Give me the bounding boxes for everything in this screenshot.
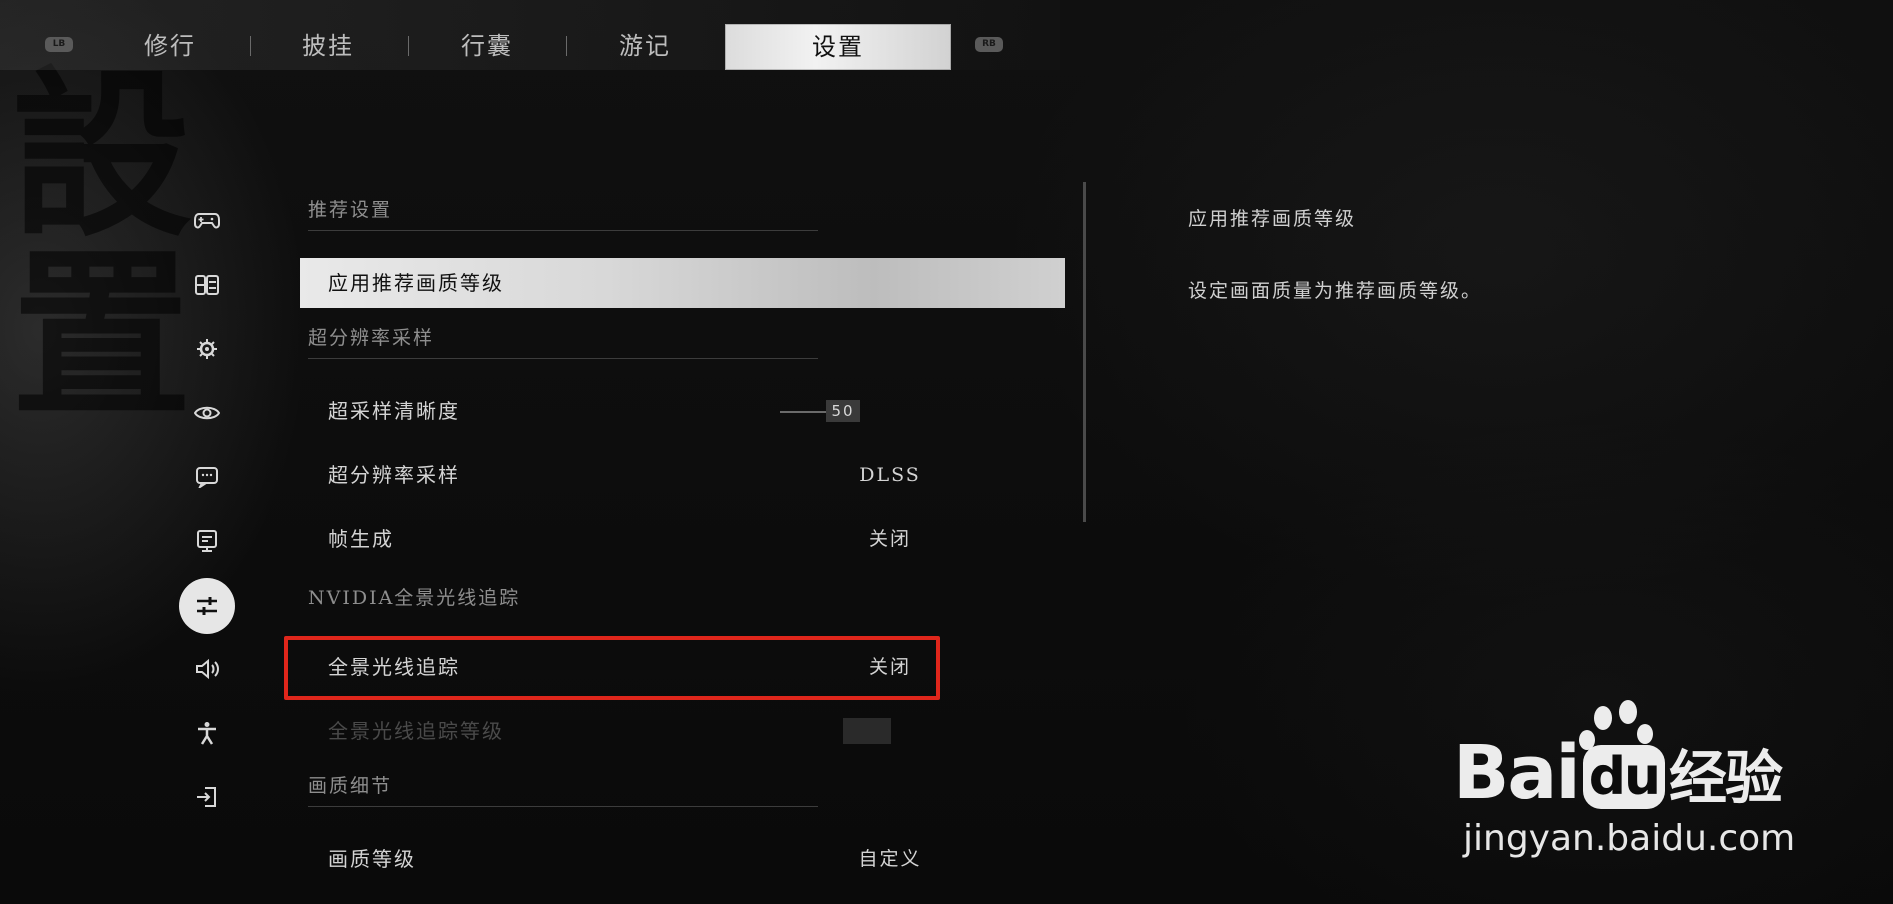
top-nav: LB 修行 披挂 行囊 游记 设置 RB	[0, 0, 1893, 92]
setting-label: 画质等级	[328, 847, 416, 871]
setting-row-super-resolution[interactable]: 超分辨率采样 DLSS	[300, 450, 1065, 500]
setting-row-quality-level[interactable]: 画质等级 自定义	[300, 834, 1065, 884]
setting-label: 应用推荐画质等级	[328, 271, 504, 295]
gamepad-icon[interactable]	[184, 198, 230, 244]
section-quality-details: 画质细节	[308, 766, 818, 807]
background-calligraphy: 設置	[0, 60, 191, 420]
chat-screen-icon[interactable]	[184, 454, 230, 500]
brand-cn: 经验	[1668, 744, 1783, 812]
setting-label: 帧生成	[328, 527, 394, 551]
scrollbar[interactable]	[1083, 182, 1086, 522]
tab-separator	[566, 36, 567, 56]
section-super-resolution: 超分辨率采样	[308, 318, 818, 359]
speaker-icon[interactable]	[184, 646, 230, 692]
description-title: 应用推荐画质等级	[1188, 208, 1357, 230]
section-title: NVIDIA全景光线追踪	[308, 587, 521, 609]
setting-row-apply-recommended[interactable]: 应用推荐画质等级	[300, 258, 1065, 308]
setting-value[interactable]: 关闭	[820, 514, 960, 564]
tab-equipment[interactable]: 披挂	[278, 24, 378, 68]
eye-icon[interactable]	[184, 390, 230, 436]
setting-label: 全景光线追踪等级	[328, 719, 504, 743]
section-recommended: 推荐设置	[308, 190, 818, 231]
gear-icon[interactable]	[184, 326, 230, 372]
disabled-value-box	[843, 718, 891, 744]
baidu-watermark: Bai du 经验 jingyan.baidu.com	[1453, 700, 1796, 870]
tab-journal[interactable]: 游记	[595, 24, 695, 68]
accessibility-icon[interactable]	[184, 710, 230, 756]
section-title: 超分辨率采样	[308, 327, 435, 349]
section-title: 画质细节	[308, 775, 393, 797]
setting-value[interactable]: DLSS	[820, 450, 960, 500]
sharpness-slider-value[interactable]: 50	[826, 400, 860, 422]
exit-icon[interactable]	[184, 774, 230, 820]
section-nvidia-path-tracing: NVIDIA全景光线追踪	[308, 578, 818, 618]
sliders-icon[interactable]	[179, 578, 235, 634]
tab-inventory[interactable]: 行囊	[437, 24, 537, 68]
baidu-wordmark: Bai du 经验	[1453, 730, 1783, 816]
description-text: 设定画面质量为推荐画质等级。	[1188, 280, 1483, 302]
setting-row-path-tracing-level: 全景光线追踪等级	[300, 706, 1065, 756]
tab-separator	[250, 36, 251, 56]
rb-bumper-icon[interactable]: RB	[975, 37, 1003, 52]
lb-bumper-icon[interactable]: LB	[45, 37, 73, 52]
monitor-icon[interactable]	[184, 518, 230, 564]
setting-row-frame-generation[interactable]: 帧生成 关闭	[300, 514, 1065, 564]
setting-label: 超分辨率采样	[328, 463, 460, 487]
layout-icon[interactable]	[184, 262, 230, 308]
setting-row-sharpness[interactable]: 超采样清晰度 50	[300, 386, 1065, 436]
setting-label: 超采样清晰度	[328, 399, 460, 423]
red-highlight-frame	[284, 636, 940, 700]
tab-separator	[408, 36, 409, 56]
brand-du: du	[1582, 745, 1665, 809]
section-title: 推荐设置	[308, 199, 393, 221]
tab-settings[interactable]: 设置	[725, 24, 951, 70]
setting-value[interactable]: 自定义	[820, 834, 960, 884]
tab-cultivation[interactable]: 修行	[120, 24, 220, 68]
watermark-url: jingyan.baidu.com	[1463, 818, 1796, 859]
brand-text: Bai	[1453, 730, 1581, 816]
